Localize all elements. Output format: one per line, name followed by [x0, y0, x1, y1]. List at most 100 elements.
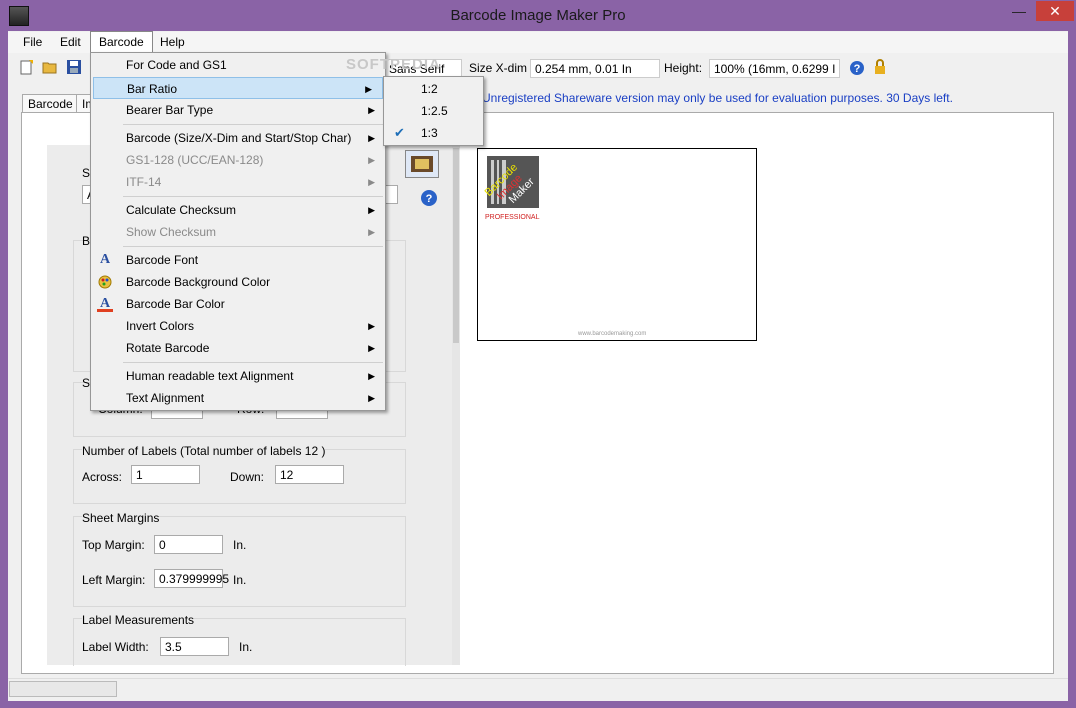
label-width-field[interactable]: 3.5 — [160, 637, 229, 656]
shareware-notice: Unregistered Shareware version may only … — [482, 91, 953, 105]
submenu-item-label: 1:2 — [421, 82, 438, 96]
bar-ratio-submenu: 1:2 1:2.5 ✔ 1:3 — [383, 76, 484, 146]
submenu-item-label: 1:2.5 — [421, 104, 448, 118]
menu-item-label: ITF-14 — [126, 175, 162, 189]
checkmark-icon: ✔ — [394, 125, 405, 140]
preview-footer: www.barcodemaking.com — [578, 331, 647, 337]
across-label: Across: — [82, 470, 123, 484]
font-icon: A — [99, 252, 111, 267]
scrollbar-thumb[interactable] — [453, 148, 459, 343]
height-select[interactable]: 100% (16mm, 0.6299 I — [709, 59, 840, 78]
across-field[interactable]: 1 — [131, 465, 200, 484]
submenu-arrow-icon: ▶ — [368, 227, 375, 237]
font-color-icon: A — [97, 296, 113, 312]
save-icon[interactable] — [66, 59, 82, 75]
barcode-menu: For Code and GS1 Bar Ratio ▶ Bearer Bar T… — [90, 52, 386, 411]
menu-item-label: Text Alignment — [126, 391, 205, 405]
menu-barcode[interactable]: Barcode — [90, 31, 153, 54]
status-bar — [8, 678, 1068, 701]
film-icon — [411, 156, 433, 172]
submenu-item-1-2-5[interactable]: 1:2.5 — [384, 100, 483, 122]
close-button[interactable]: ✕ — [1036, 1, 1074, 21]
menu-separator — [123, 124, 383, 125]
top-margin-unit: In. — [233, 538, 247, 552]
menu-separator — [123, 196, 383, 197]
new-file-icon[interactable] — [18, 59, 34, 75]
submenu-arrow-icon: ▶ — [368, 321, 375, 331]
down-field[interactable]: 12 — [275, 465, 344, 484]
title-bar[interactable]: Barcode Image Maker Pro — ✕ — [0, 0, 1076, 31]
menu-item-bar-color[interactable]: A Barcode Bar Color — [91, 293, 385, 315]
menu-item-for-code-gs1[interactable]: For Code and GS1 — [91, 54, 385, 76]
menu-item-label: For Code and GS1 — [126, 58, 227, 72]
label-width-label: Label Width: — [82, 640, 149, 654]
size-label: Size X-dim — [469, 61, 528, 75]
menu-help[interactable]: Help — [152, 32, 193, 53]
menu-item-barcode-size[interactable]: Barcode (Size/X-Dim and Start/Stop Char)… — [91, 127, 385, 149]
menu-item-label: Bearer Bar Type — [126, 103, 214, 117]
label-width-unit: In. — [239, 640, 253, 654]
menu-item-label: Barcode Bar Color — [126, 297, 225, 311]
menu-item-human-readable-alignment[interactable]: Human readable text Alignment ▶ — [91, 365, 385, 387]
submenu-item-1-3[interactable]: ✔ 1:3 — [384, 122, 483, 144]
palette-icon — [97, 274, 113, 290]
left-margin-label: Left Margin: — [82, 573, 146, 587]
menu-item-label: Barcode Font — [126, 253, 199, 267]
menu-item-text-alignment[interactable]: Text Alignment ▶ — [91, 387, 385, 409]
labels-group-title: Number of Labels (Total number of labels… — [82, 444, 326, 458]
submenu-item-1-2[interactable]: 1:2 — [384, 78, 483, 100]
open-folder-icon[interactable] — [42, 59, 58, 75]
top-margin-field[interactable]: 0 — [154, 535, 223, 554]
height-label: Height: — [664, 61, 703, 75]
size-select[interactable]: 0.254 mm, 0.01 In — [530, 59, 660, 78]
submenu-arrow-icon: ▶ — [368, 343, 375, 353]
menu-item-background-color[interactable]: Barcode Background Color — [91, 271, 385, 293]
menu-item-itf-14: ITF-14 ▶ — [91, 171, 385, 193]
submenu-arrow-icon: ▶ — [368, 371, 375, 381]
menu-item-show-checksum: Show Checksum ▶ — [91, 221, 385, 243]
menu-item-invert-colors[interactable]: Invert Colors ▶ — [91, 315, 385, 337]
submenu-arrow-icon: ▶ — [368, 177, 375, 187]
window-title: Barcode Image Maker Pro — [450, 7, 626, 24]
menu-item-rotate-barcode[interactable]: Rotate Barcode ▶ — [91, 337, 385, 359]
menu-item-gs1-128: GS1-128 (UCC/EAN-128) ▶ — [91, 149, 385, 171]
submenu-arrow-icon: ▶ — [365, 84, 372, 94]
menu-item-label: GS1-128 (UCC/EAN-128) — [126, 153, 264, 167]
svg-text:?: ? — [854, 63, 861, 75]
measure-group-title: Label Measurements — [82, 613, 195, 627]
menu-item-label: Show Checksum — [126, 225, 217, 239]
watermark: SOFTPEDIA — [346, 56, 441, 73]
menu-item-label: Invert Colors — [126, 319, 195, 333]
help-icon[interactable]: ? — [849, 60, 865, 76]
menu-item-label: Barcode Background Color — [126, 275, 271, 289]
menu-edit[interactable]: Edit — [52, 32, 89, 53]
top-margin-label: Top Margin: — [82, 538, 145, 552]
menu-item-barcode-font[interactable]: A Barcode Font — [91, 249, 385, 271]
margins-group — [73, 516, 406, 607]
menu-separator — [123, 362, 383, 363]
menu-file[interactable]: File — [15, 32, 50, 53]
tab-barcode[interactable]: Barcode — [22, 94, 79, 114]
menu-item-bar-ratio[interactable]: Bar Ratio ▶ — [93, 77, 383, 99]
preview-film-button[interactable] — [405, 150, 439, 178]
submenu-arrow-icon: ▶ — [368, 133, 375, 143]
menu-bar: File Edit Barcode Help — [8, 31, 1068, 54]
menu-item-label: Barcode (Size/X-Dim and Start/Stop Char) — [126, 131, 352, 145]
submenu-arrow-icon: ▶ — [368, 105, 375, 115]
minimize-button[interactable]: — — [1006, 1, 1032, 21]
menu-item-label: Calculate Checksum — [126, 203, 237, 217]
left-margin-unit: In. — [233, 573, 247, 587]
submenu-item-label: 1:3 — [421, 126, 438, 140]
menu-item-label: Rotate Barcode — [126, 341, 210, 355]
menu-item-calculate-checksum[interactable]: Calculate Checksum ▶ — [91, 199, 385, 221]
menu-separator — [123, 246, 383, 247]
barcode-maker-logo: Barcode Image Maker PROFESSIONAL — [483, 154, 543, 221]
margins-group-title: Sheet Margins — [82, 511, 160, 525]
svg-text:?: ? — [426, 193, 433, 205]
submenu-arrow-icon: ▶ — [368, 155, 375, 165]
lock-icon[interactable] — [872, 59, 888, 75]
help-circle-icon[interactable]: ? — [419, 188, 439, 208]
menu-item-bearer-bar-type[interactable]: Bearer Bar Type ▶ — [91, 99, 385, 121]
left-margin-field[interactable]: 0.379999995 — [154, 569, 229, 588]
down-label: Down: — [230, 470, 265, 484]
